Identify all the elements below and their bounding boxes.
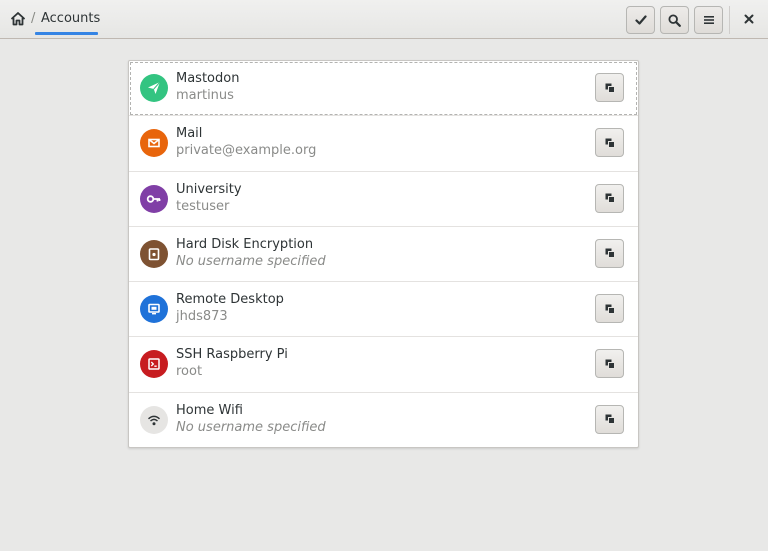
account-row-mail[interactable]: Mail private@example.org bbox=[129, 116, 638, 172]
account-row-remote-desktop[interactable]: Remote Desktop jhds873 bbox=[129, 282, 638, 338]
account-username: jhds873 bbox=[176, 309, 228, 325]
header-separator bbox=[729, 6, 730, 34]
copy-password-button[interactable] bbox=[595, 349, 624, 379]
account-row-mastodon[interactable]: Mastodon martinus bbox=[129, 61, 638, 117]
copy-icon bbox=[605, 414, 615, 425]
breadcrumb-accounts[interactable]: Accounts bbox=[41, 11, 100, 26]
account-avatar bbox=[140, 129, 168, 158]
checkmark-icon bbox=[634, 15, 647, 25]
envelope-icon bbox=[148, 138, 160, 148]
header-bar: / Accounts bbox=[0, 0, 768, 39]
breadcrumb-active-indicator bbox=[35, 32, 98, 35]
account-title: Mastodon bbox=[176, 71, 240, 86]
account-username: root bbox=[176, 364, 203, 380]
search-icon bbox=[668, 13, 681, 27]
key-icon bbox=[146, 194, 161, 203]
account-title: Hard Disk Encryption bbox=[176, 236, 314, 252]
account-title: SSH Raspberry Pi bbox=[176, 347, 288, 363]
lock-icon bbox=[148, 248, 160, 261]
account-row-ssh-raspberry-pi[interactable]: SSH Raspberry Pi root bbox=[129, 337, 638, 393]
account-username: testuser bbox=[176, 198, 230, 214]
close-window-button[interactable] bbox=[738, 8, 760, 30]
copy-icon bbox=[605, 83, 615, 93]
wifi-icon bbox=[148, 415, 160, 426]
account-row-university[interactable]: University testuser bbox=[129, 172, 638, 227]
copy-password-button[interactable] bbox=[595, 183, 624, 213]
account-avatar bbox=[140, 184, 168, 213]
copy-password-button[interactable] bbox=[595, 73, 624, 102]
account-avatar bbox=[140, 350, 168, 379]
account-username: No username specified bbox=[176, 419, 326, 435]
account-username: No username specified bbox=[176, 253, 326, 269]
copy-password-button[interactable] bbox=[595, 404, 624, 434]
account-username: martinus bbox=[176, 88, 234, 103]
copy-password-button[interactable] bbox=[595, 238, 624, 268]
copy-icon bbox=[605, 248, 615, 259]
account-avatar bbox=[140, 295, 168, 324]
copy-password-button[interactable] bbox=[595, 128, 624, 158]
menu-button[interactable] bbox=[694, 6, 723, 34]
account-title: Home Wifi bbox=[176, 402, 243, 418]
close-icon bbox=[744, 14, 754, 24]
account-avatar bbox=[140, 239, 168, 268]
copy-password-button[interactable] bbox=[595, 294, 624, 324]
account-avatar bbox=[140, 74, 168, 102]
account-row-home-wifi[interactable]: Home Wifi No username specified bbox=[129, 393, 638, 448]
home-icon bbox=[11, 12, 25, 26]
monitor-icon bbox=[148, 303, 160, 315]
copy-icon bbox=[605, 304, 615, 314]
breadcrumb-separator: / bbox=[31, 11, 36, 26]
account-title: University bbox=[176, 181, 242, 197]
home-button[interactable] bbox=[9, 9, 27, 29]
paper-plane-icon bbox=[148, 81, 161, 94]
account-title: Remote Desktop bbox=[176, 292, 284, 308]
copy-icon bbox=[605, 359, 615, 369]
hamburger-menu-icon bbox=[703, 16, 714, 24]
accounts-list: Mastodon martinus Mail private@example.o… bbox=[128, 60, 639, 448]
copy-icon bbox=[605, 138, 615, 148]
account-title: Mail bbox=[176, 126, 203, 142]
copy-icon bbox=[605, 193, 615, 204]
terminal-icon bbox=[148, 358, 160, 371]
account-username: private@example.org bbox=[176, 143, 317, 159]
account-row-hard-disk-encryption[interactable]: Hard Disk Encryption No username specifi… bbox=[129, 227, 638, 283]
select-button[interactable] bbox=[626, 6, 655, 34]
account-avatar bbox=[140, 405, 168, 434]
search-button[interactable] bbox=[660, 6, 689, 34]
